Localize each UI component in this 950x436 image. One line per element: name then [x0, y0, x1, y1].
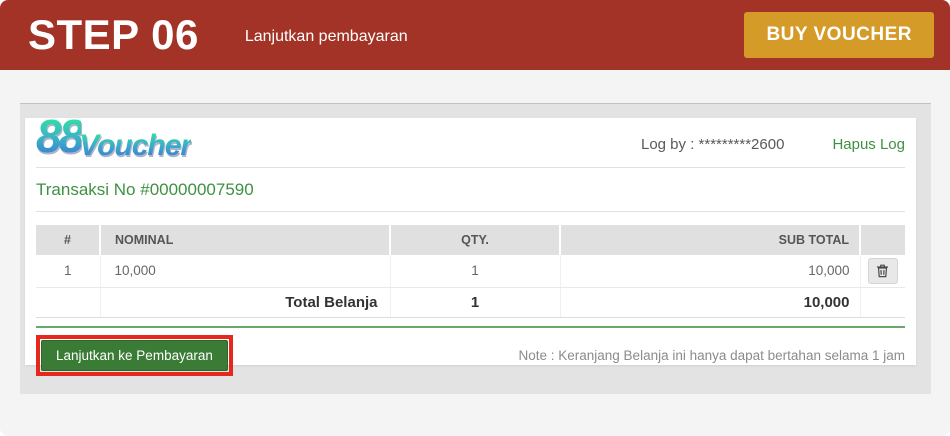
- log-info: Log by : *********2600 Hapus Log: [641, 136, 905, 153]
- log-by-text: Log by : *********2600: [641, 136, 784, 153]
- card-header: 88 Voucher Log by : *********2600 Hapus …: [36, 118, 905, 168]
- green-separator: [36, 326, 905, 328]
- buy-voucher-button[interactable]: BUY VOUCHER: [744, 12, 934, 58]
- cart-table: # NOMINAL QTY. SUB TOTAL 1 10,000 1 10,: [36, 225, 905, 318]
- col-header-no: #: [36, 225, 100, 255]
- cell-subtotal: 10,000: [560, 255, 860, 287]
- lanjutkan-pembayaran-button[interactable]: Lanjutkan ke Pembayaran: [41, 340, 228, 371]
- hapus-log-link[interactable]: Hapus Log: [832, 136, 905, 153]
- trash-icon: [876, 264, 889, 278]
- card-footer: Lanjutkan ke Pembayaran Note : Keranjang…: [36, 335, 905, 376]
- screenshot-frame: STEP 06 Lanjutkan pembayaran BUY VOUCHER…: [0, 0, 950, 436]
- total-qty: 1: [390, 287, 560, 317]
- total-subtotal: 10,000: [560, 287, 860, 317]
- transaction-title: Transaksi No #00000007590: [36, 168, 905, 212]
- page-background: 88 Voucher Log by : *********2600 Hapus …: [0, 70, 950, 436]
- step-banner: STEP 06 Lanjutkan pembayaran BUY VOUCHER: [0, 0, 950, 70]
- annotation-highlight-box: Lanjutkan ke Pembayaran: [36, 335, 233, 376]
- delete-item-button[interactable]: [868, 258, 898, 284]
- step-subtitle: Lanjutkan pembayaran: [245, 28, 408, 46]
- content-panel: 88 Voucher Log by : *********2600 Hapus …: [20, 103, 931, 394]
- cart-table-head: # NOMINAL QTY. SUB TOTAL: [36, 225, 905, 255]
- logo-88-text: 88: [36, 116, 81, 157]
- col-header-nominal: NOMINAL: [100, 225, 390, 255]
- cell-qty: 1: [390, 255, 560, 287]
- step-title: STEP 06: [28, 11, 199, 59]
- logo-voucher-text: Voucher: [79, 132, 191, 159]
- col-header-qty: QTY.: [390, 225, 560, 255]
- voucher-card: 88 Voucher Log by : *********2600 Hapus …: [25, 118, 916, 365]
- col-header-subtotal: SUB TOTAL: [560, 225, 860, 255]
- total-row: Total Belanja 1 10,000: [36, 287, 905, 317]
- cell-action: [860, 255, 905, 287]
- cell-nominal: 10,000: [100, 255, 390, 287]
- cell-no: 1: [36, 255, 100, 287]
- cart-note: Note : Keranjang Belanja ini hanya dapat…: [518, 348, 905, 363]
- col-header-action: [860, 225, 905, 255]
- total-label: Total Belanja: [100, 287, 390, 317]
- table-row: 1 10,000 1 10,000: [36, 255, 905, 287]
- logo-88voucher: 88 Voucher: [36, 116, 191, 157]
